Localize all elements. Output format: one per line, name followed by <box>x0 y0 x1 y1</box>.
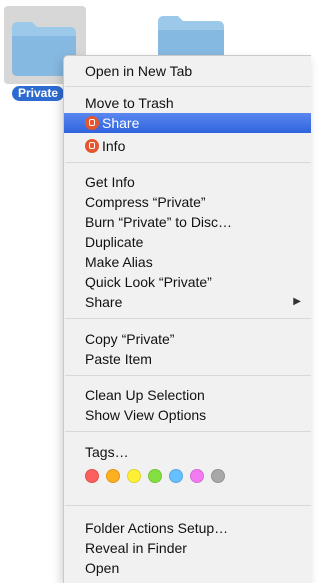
menu-item-tags[interactable]: Tags… <box>64 442 311 462</box>
share-service-icon <box>85 116 99 130</box>
menu-item-clean-up-selection[interactable]: Clean Up Selection <box>64 385 311 405</box>
menu-item-show-view-options[interactable]: Show View Options <box>64 405 311 425</box>
tag-dot-red[interactable] <box>85 469 99 483</box>
menu-item-share-submenu[interactable]: Share ▶ <box>64 292 311 312</box>
menu-item-make-alias[interactable]: Make Alias <box>64 252 311 272</box>
tag-dot-green[interactable] <box>148 469 162 483</box>
menu-item-paste-item[interactable]: Paste Item <box>64 349 311 369</box>
menu-separator <box>65 162 311 163</box>
menu-separator <box>65 375 311 376</box>
menu-item-info-service[interactable]: Info <box>64 136 311 156</box>
menu-item-label: Info <box>102 138 126 154</box>
menu-item-quick-look[interactable]: Quick Look “Private” <box>64 272 311 292</box>
menu-item-move-to-trash[interactable]: Move to Trash <box>64 93 311 113</box>
menu-item-reveal-in-finder[interactable]: Reveal in Finder <box>64 538 311 558</box>
context-menu: Open in New Tab Move to Trash Share Info… <box>63 55 311 583</box>
tag-dot-gray[interactable] <box>211 469 225 483</box>
menu-separator <box>65 318 311 319</box>
menu-item-compress[interactable]: Compress “Private” <box>64 192 311 212</box>
selected-folder-label[interactable]: Private <box>12 86 65 101</box>
menu-item-copy[interactable]: Copy “Private” <box>64 329 311 349</box>
tag-dot-purple[interactable] <box>190 469 204 483</box>
menu-item-get-info[interactable]: Get Info <box>64 172 311 192</box>
menu-separator <box>65 505 311 506</box>
info-service-icon <box>85 139 99 153</box>
tag-dot-orange[interactable] <box>106 469 120 483</box>
menu-item-burn[interactable]: Burn “Private” to Disc… <box>64 212 311 232</box>
menu-item-folder-actions-setup[interactable]: Folder Actions Setup… <box>64 518 311 538</box>
menu-item-label: Share <box>102 115 140 131</box>
menu-item-open-in-new-tab[interactable]: Open in New Tab <box>64 61 311 81</box>
menu-separator <box>65 86 311 87</box>
menu-item-open[interactable]: Open <box>64 558 311 578</box>
tag-dot-yellow[interactable] <box>127 469 141 483</box>
menu-separator <box>65 431 311 432</box>
menu-item-duplicate[interactable]: Duplicate <box>64 232 311 252</box>
menu-item-label: Share <box>85 294 123 310</box>
submenu-arrow-icon: ▶ <box>293 296 301 307</box>
tag-dot-blue[interactable] <box>169 469 183 483</box>
menu-item-share-service[interactable]: Share <box>64 113 311 133</box>
